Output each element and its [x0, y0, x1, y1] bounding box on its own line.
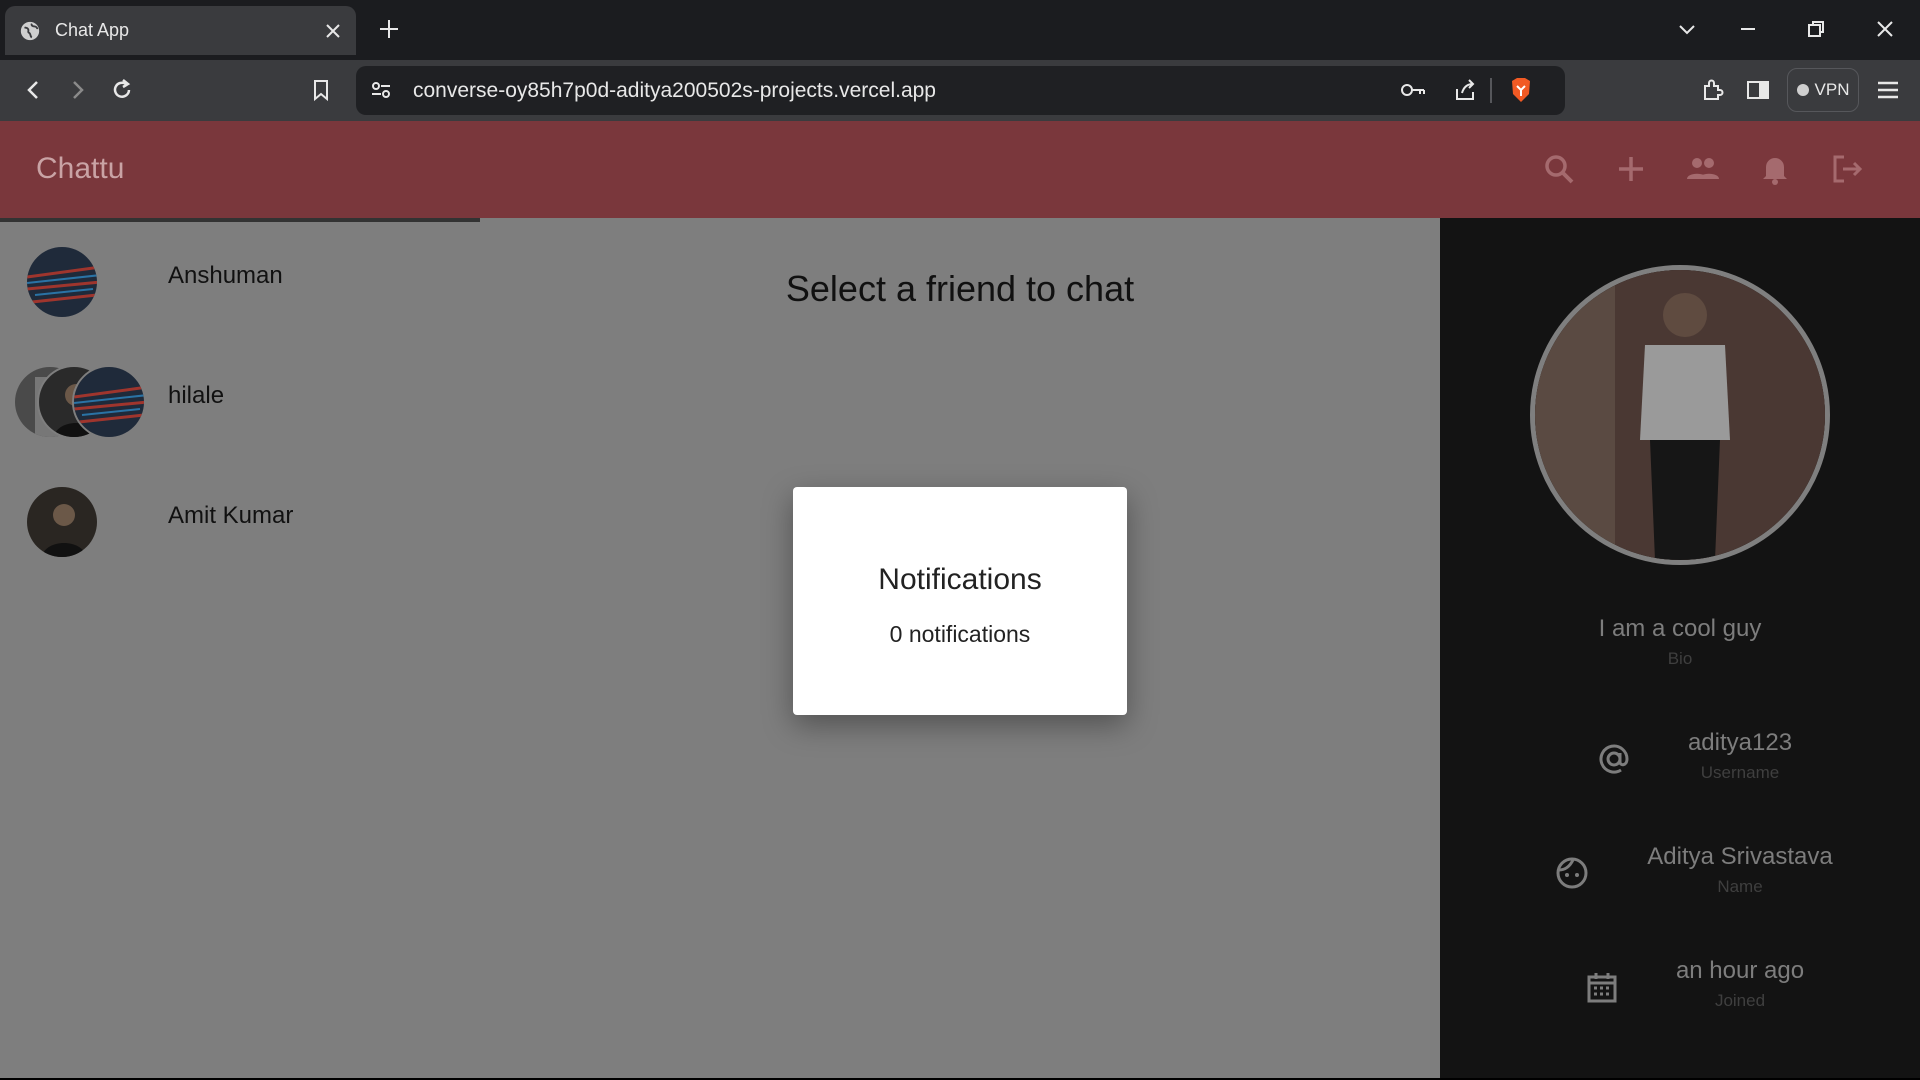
avatar	[25, 485, 99, 559]
name-section: Aditya Srivastava Name	[1500, 843, 1920, 897]
restore-icon[interactable]	[1805, 18, 1827, 40]
new-tab-icon[interactable]	[378, 18, 400, 40]
vpn-button[interactable]: VPN	[1787, 68, 1859, 112]
name-value: Aditya Srivastava	[1647, 843, 1833, 870]
joined-label: Joined	[1714, 991, 1766, 1010]
bio-section: I am a cool guy Bio	[1440, 615, 1920, 669]
chat-name: hilale	[168, 382, 225, 409]
logout-icon[interactable]	[1829, 151, 1865, 187]
chat-name: Anshuman	[168, 262, 283, 289]
joined-section: an hour ago Joined	[1500, 957, 1920, 1011]
add-icon[interactable]	[1613, 151, 1649, 187]
share-icon[interactable]	[1452, 77, 1478, 103]
key-icon[interactable]	[1400, 79, 1426, 101]
bookmark-icon[interactable]	[308, 77, 334, 103]
app-header: Chattu	[0, 121, 1920, 218]
address-bar[interactable]: converse-oy85h7p0d-aditya200502s-project…	[356, 66, 1565, 115]
chevron-down-icon[interactable]	[1676, 18, 1698, 40]
window-close-icon[interactable]	[1874, 18, 1896, 40]
profile-panel: I am a cool guy Bio aditya123 Username A…	[1440, 218, 1920, 1078]
site-settings-icon[interactable]	[370, 79, 392, 101]
chat-name: Amit Kumar	[168, 502, 294, 529]
notifications-dialog[interactable]: Notifications 0 notifications	[793, 487, 1127, 715]
dialog-title: Notifications	[878, 563, 1042, 596]
globe-icon	[20, 21, 40, 40]
vpn-label: VPN	[1814, 80, 1850, 99]
chat-item-hilale[interactable]: hilale	[0, 338, 480, 448]
browser-tab[interactable]: Chat App	[5, 6, 356, 55]
chat-list: Anshuman hilale Amit Kumar	[0, 218, 480, 1080]
search-icon[interactable]	[1541, 151, 1577, 187]
browser-tab-strip: Chat App	[0, 0, 1920, 60]
notification-count: 0 notifications	[889, 621, 1031, 647]
sidebar-toggle-icon[interactable]	[1745, 77, 1771, 103]
minimize-icon[interactable]	[1737, 18, 1759, 40]
forward-icon[interactable]	[64, 77, 90, 103]
close-icon[interactable]	[324, 22, 342, 40]
username-section: aditya123 Username	[1500, 729, 1920, 783]
chat-item-amit-kumar[interactable]: Amit Kumar	[0, 458, 480, 568]
tab-title: Chat App	[55, 20, 130, 40]
reload-icon[interactable]	[109, 77, 135, 103]
browser-toolbar: converse-oy85h7p0d-aditya200502s-project…	[0, 60, 1920, 121]
avatar	[72, 365, 146, 439]
url-text: converse-oy85h7p0d-aditya200502s-project…	[413, 79, 936, 102]
bio-label: Bio	[1667, 649, 1693, 668]
bio-value: I am a cool guy	[1598, 615, 1762, 642]
group-icon[interactable]	[1685, 151, 1721, 187]
chat-item-anshuman[interactable]: Anshuman	[0, 218, 480, 328]
menu-icon[interactable]	[1875, 77, 1901, 103]
app-brand[interactable]: Chattu	[36, 152, 124, 186]
joined-value: an hour ago	[1675, 957, 1805, 984]
empty-chat-message: Select a friend to chat	[785, 268, 1135, 309]
name-label: Name	[1717, 877, 1763, 896]
brave-shield-icon[interactable]	[1508, 76, 1534, 104]
profile-avatar	[1530, 265, 1830, 565]
vpn-status-icon	[1796, 84, 1809, 96]
back-icon[interactable]	[21, 77, 47, 103]
extensions-icon[interactable]	[1700, 77, 1726, 103]
bell-icon[interactable]	[1757, 151, 1793, 187]
username-label: Username	[1700, 763, 1780, 782]
avatar	[25, 245, 99, 319]
url-divider	[1490, 78, 1492, 103]
username-value: aditya123	[1687, 729, 1793, 756]
